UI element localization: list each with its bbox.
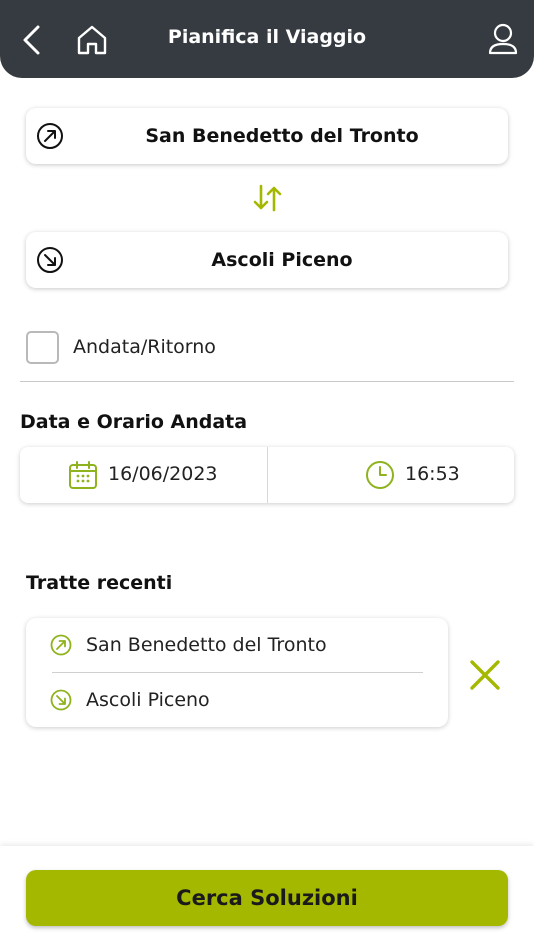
round-trip-label[interactable]: Andata/Ritorno	[73, 336, 216, 358]
search-solutions-button[interactable]: Cerca Soluzioni	[26, 870, 508, 926]
destination-value: Ascoli Piceno	[211, 249, 353, 271]
recent-origin: San Benedetto del Tronto	[86, 634, 327, 656]
destination-field[interactable]: Ascoli Piceno	[26, 232, 508, 288]
arrow-down-right-circle-icon	[50, 689, 72, 711]
page-title: Pianifica il Viaggio	[167, 26, 367, 48]
time-value: 16:53	[405, 463, 460, 485]
recent-section-title: Tratte recenti	[26, 572, 173, 594]
date-field[interactable]: 16/06/2023	[20, 447, 267, 503]
origin-value: San Benedetto del Tronto	[145, 125, 419, 147]
recent-destination-row: Ascoli Piceno	[26, 673, 448, 727]
clock-icon	[366, 461, 394, 489]
departure-datetime: 16/06/2023 16:53	[20, 447, 514, 503]
round-trip-checkbox[interactable]	[26, 331, 59, 364]
arrow-down-right-circle-icon	[36, 246, 64, 274]
origin-field[interactable]: San Benedetto del Tronto	[26, 108, 508, 164]
user-icon[interactable]	[484, 20, 522, 60]
recent-origin-row: San Benedetto del Tronto	[26, 618, 448, 672]
time-field[interactable]: 16:53	[268, 447, 514, 503]
arrow-up-right-circle-icon	[50, 634, 72, 656]
arrow-up-right-circle-icon	[36, 122, 64, 150]
recent-route-card[interactable]: San Benedetto del Tronto Ascoli Piceno	[26, 618, 448, 727]
app-header: Pianifica il Viaggio	[0, 0, 534, 78]
date-value: 16/06/2023	[108, 463, 218, 485]
departure-section-title: Data e Orario Andata	[20, 411, 248, 433]
divider	[20, 381, 514, 382]
recent-destination: Ascoli Piceno	[86, 689, 210, 711]
swap-vertical-icon[interactable]	[250, 182, 284, 214]
close-icon[interactable]	[466, 656, 504, 694]
calendar-icon	[69, 461, 97, 489]
